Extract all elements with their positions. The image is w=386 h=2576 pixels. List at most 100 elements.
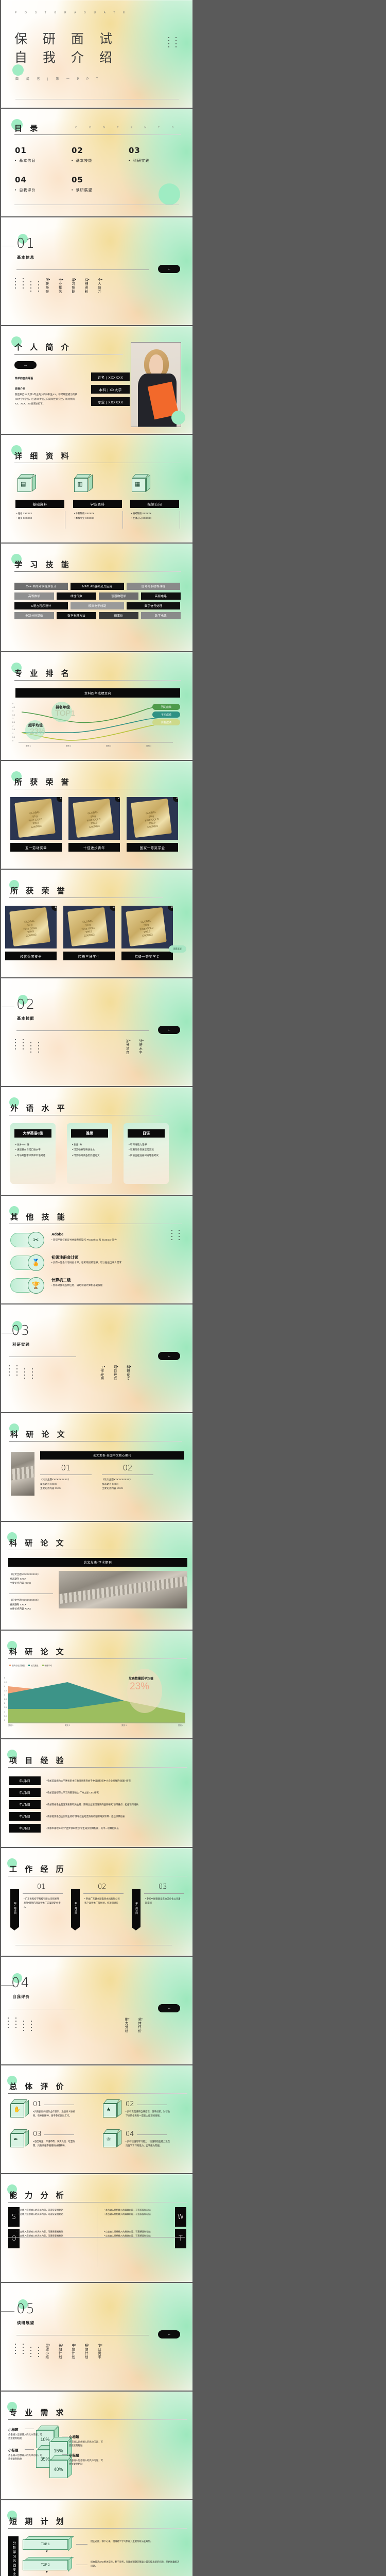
toc-item-2[interactable]: 02 基本技能: [72, 146, 92, 163]
y-tick: 2.5: [4, 1698, 7, 1700]
section-nav-list[interactable]: 展望小结 长期计划 中期计划 短期计划 专业需求: [44, 2344, 180, 2359]
legend-item: 年级平均: [42, 1665, 52, 1667]
slide-evaluation[interactable]: 总 体 评 价 ✋ 01 具有良好的团队合作意识，及良好人脉关系，有奉献精神，善于参…: [1, 2065, 192, 2173]
language-card-items: 有日语能力证书可用简单日语正常交流目前正在准备日语等级考试: [129, 1143, 165, 1159]
toc-number: 01: [15, 146, 27, 155]
skill-desc: 具有一定会计与财务水平，已考取初级证书，可以胜任当事人需求: [51, 1261, 121, 1264]
other-skills-title: 其 他 技 能: [10, 1212, 67, 1222]
skill-tag: 数字信号处理: [127, 602, 180, 609]
slide-other-skills[interactable]: 其 他 技 能 ✂ Adobe 获得平面技能证书并能熟练操作 Photoshop 和…: [1, 1196, 192, 1303]
nav-item[interactable]: 总体评价: [136, 2018, 143, 2033]
nav-item[interactable]: 科研论文: [125, 1365, 132, 1381]
slide-demand[interactable]: 专 业 需 求 10% 35% 15% 40% 小标题 点击输入您想输入的具体内…: [1, 2392, 192, 2499]
evaluation-text: 态度端正、严谨不苟、认真负责、吃苦耐劳，具有顽强不服输的拼搏精神。: [33, 2140, 79, 2148]
skill-tag: 信号与系统等课程: [127, 583, 180, 590]
back-arrow-button[interactable]: ←: [158, 1026, 180, 1034]
x-tick: 类别 3: [106, 745, 111, 747]
nav-item[interactable]: 所获荣誉: [44, 278, 50, 294]
nav-item[interactable]: 外语水平: [137, 1039, 144, 1055]
slide-paper-2[interactable]: 科 研 论 文 论文发表-学术期刊 《论文主题XXXXXXXXXX》 发表期刊 …: [1, 1522, 192, 1630]
demand-text-3: 点击输入您想输入的具体内容，可直接复制粘贴: [69, 2441, 103, 2447]
back-arrow-button[interactable]: ←: [158, 1352, 180, 1360]
other-skill-row: 🏅 初级注册会计师具有一定会计与财务水平，已考取初级证书，可以胜任当事人需求: [10, 1252, 185, 1273]
nav-item[interactable]: 展望小结: [44, 2344, 50, 2359]
gold-medal-photo: GLOBAL 50 g FINE GOLD 999.9 G000023 1: [5, 906, 57, 948]
cover-subtitle: 面 试 者 | 第 一 P P T: [15, 78, 101, 81]
arrow-left-icon: ←: [167, 266, 171, 271]
nav-item[interactable]: 学习技能: [70, 278, 77, 294]
nav-item[interactable]: 专业排名: [57, 278, 63, 294]
toc-english-label: C O N T E N T S: [75, 126, 179, 129]
slide-skills[interactable]: 学 习 技 能 C++ 面向对象程序设计 MATLAB基础及其应用 信号与系统等课程…: [1, 544, 192, 651]
section-nav-list[interactable]: 能力分析 总体评价: [123, 2018, 174, 2033]
list-item: 总分 650 分: [15, 1143, 51, 1146]
evaluation-text: 具有责任感和自律意识，勇于创新，对帮助下达的任务有一定能力处理的局限。: [126, 2110, 172, 2118]
profile-tag-degree: 本科 | XX大学: [91, 385, 130, 394]
skill-tag: 电路分析基础: [14, 612, 54, 619]
toc-item-3[interactable]: 03 科研实践: [129, 146, 149, 163]
honor-card: GLOBAL 50 g FINE GOLD 999.9 G000023 1 校优秀团支书: [5, 906, 57, 960]
paper2-block-1: 《论文主题XXXXXXXXXX》 发表期刊 XXXX 主要论点内容 XXXX: [10, 1573, 40, 1585]
back-arrow-button[interactable]: ←: [158, 2004, 180, 2012]
section-nav-list[interactable]: 工作经历 项目经验 科研论文: [99, 1365, 178, 1381]
y-tick: 4.5: [12, 706, 15, 709]
evaluation-title: 总 体 评 价: [9, 2082, 66, 2091]
slide-profile[interactable]: 个 人 简 介 → 简单的自白导语 自我介绍 我是来自XX大学X专业的大四本科生…: [1, 326, 192, 434]
detail-list-3: • 报考院校 XXXXXX • 主攻方向 XXXXXX: [131, 512, 152, 520]
skill-title: Adobe: [51, 1232, 64, 1236]
y-tick: 1: [4, 1710, 5, 1713]
slide-swot[interactable]: 能 力 分 析 S点击输入您想输入的具体内容，可直接复制粘贴点击输入您想输入的具…: [1, 2174, 192, 2282]
slide-section-02[interactable]: 02 基本技能 ← 加分项目 外语水平: [1, 978, 192, 1086]
nav-item[interactable]: 短期计划: [83, 2344, 90, 2359]
nav-item[interactable]: 详细资料: [83, 278, 90, 294]
slide-section-03[interactable]: 03 科研实践 ← 工作经历 项目经验 科研论文: [1, 1304, 192, 1412]
slide-section-05[interactable]: 05 读研展望 ← 展望小结 长期计划 中期计划 短期计划 专业需求: [1, 2283, 192, 2391]
slide-work[interactable]: 工 作 经 历 年/月/日 01 广东省科技学科技有限公司研发部品部”营销内部运营推…: [1, 1848, 192, 1956]
slide-honor-2[interactable]: 所 获 荣 誉 GLOBAL 50 g FINE GOLD 999.9 G000023 1…: [1, 870, 192, 977]
nav-item[interactable]: 专业需求: [96, 2344, 103, 2359]
paper1-col-2: 02 《论文主题XXXXXXXXXX》 发表期刊 XXXX 主要论点内容 XXX…: [102, 1463, 153, 1491]
toc-item-5[interactable]: 05 读研展望: [72, 175, 92, 193]
nav-item[interactable]: 能力分析: [123, 2018, 130, 2033]
section-nav-list[interactable]: 所获荣誉 专业排名 学习技能 详细资料 个人简介: [44, 278, 180, 294]
slide-short-plan[interactable]: 短 期 计 划 分阶学习巩固专业知识 TOP 1 摆正态度，静下心来，明确两个学习…: [1, 2500, 192, 2576]
book-cube-icon: ▥: [73, 474, 93, 493]
paper3-halo-title: 发表数量超平均值: [129, 1677, 154, 1681]
slide-honor-1[interactable]: 所 获 荣 誉 GLOBAL 50 g FINE GOLD 999.9 G000023 1…: [1, 761, 192, 869]
skill-tag: C语言程序设计: [14, 602, 68, 609]
slide-section-01[interactable]: 01 基本信息 ← 所获荣誉 专业排名 学习技能 详细资料 个人简介: [1, 217, 192, 325]
back-arrow-button[interactable]: ←: [158, 2330, 180, 2338]
slide-ranking[interactable]: 专 业 排 名 本科四年成绩走向 排名年级 TOP1 超平均值 23% 列的成绩…: [1, 652, 192, 760]
nav-item[interactable]: 长期计划: [57, 2344, 63, 2359]
toc-item-1[interactable]: 01 基本信息: [15, 146, 36, 163]
accent-circle: [12, 64, 24, 76]
work-date-bar: 年/月/日: [10, 1889, 19, 1930]
toc-label: 读研展望: [72, 188, 92, 193]
evaluation-text: 具有较强的学习能力、较强的适应能力及在高压下工作的能力，自学能力较强。: [126, 2140, 172, 2148]
back-arrow-button[interactable]: ←: [158, 265, 180, 273]
nav-item[interactable]: 工作经历: [99, 1365, 106, 1381]
nav-item[interactable]: 项目经验: [112, 1365, 118, 1381]
slide-toc[interactable]: 目 录 C O N T E N T S 01 基本信息 02 基本技能 03 科…: [1, 109, 192, 216]
dot-decoration: [168, 37, 179, 47]
next-arrow-button[interactable]: →: [14, 361, 37, 369]
demand-label-1: 小标题: [8, 2428, 19, 2432]
slide-detail[interactable]: 详 细 资 料 ▤ ▥ ▦ 基础资料 学业资料 报读方向 • 姓名 XXXXXX…: [1, 435, 192, 543]
slide-paper-3[interactable]: 科 研 论 文 院内与论文数量 论文数量 年级平均 发表数量超平均值 23% 5 4.…: [1, 1631, 192, 1738]
slide-paper-1[interactable]: 科 研 论 文 论文发表-全国中文核心期刊 01 《论文主题XXXXXXXXXX…: [1, 1413, 192, 1521]
slide-cover[interactable]: P O S T G R A D U A T E 保 研 面 试 自 我 介 绍 …: [1, 0, 192, 108]
nav-item[interactable]: 中期计划: [70, 2344, 77, 2359]
nav-item[interactable]: 个人简介: [96, 278, 103, 294]
slide-section-04[interactable]: 04 自我评价 ← 能力分析 总体评价: [1, 1957, 192, 2064]
work-number: 01: [37, 1883, 46, 1891]
project-text: 参加首届都市大学工商管理硕士“广州之星”CEO研究: [46, 1791, 186, 1794]
swot-letter: T: [175, 2229, 186, 2248]
toc-item-4[interactable]: 04 自我评价: [15, 175, 36, 193]
gold-medal-photo: GLOBAL 50 g FINE GOLD 999.9 G000023 1: [10, 797, 62, 840]
section-number: 02: [16, 997, 36, 1012]
nav-item[interactable]: 加分项目: [124, 1039, 131, 1055]
section-nav-list[interactable]: 加分项目 外语水平: [124, 1039, 175, 1055]
slide-project[interactable]: 项 目 经 验 年/月/日 参加首届燃合大学赛省系主任教师商教育关于中国高科技中小…: [1, 1739, 192, 1847]
slide-language[interactable]: 外 语 水 平 大学英语6级总分 650 分满足基本日常口语水平可与外国客户简单…: [1, 1087, 192, 1195]
swot-items: 点击输入您想输入的具体内容，可直接复制粘贴点击输入您想输入的具体内容，可直接复制…: [104, 2230, 170, 2238]
